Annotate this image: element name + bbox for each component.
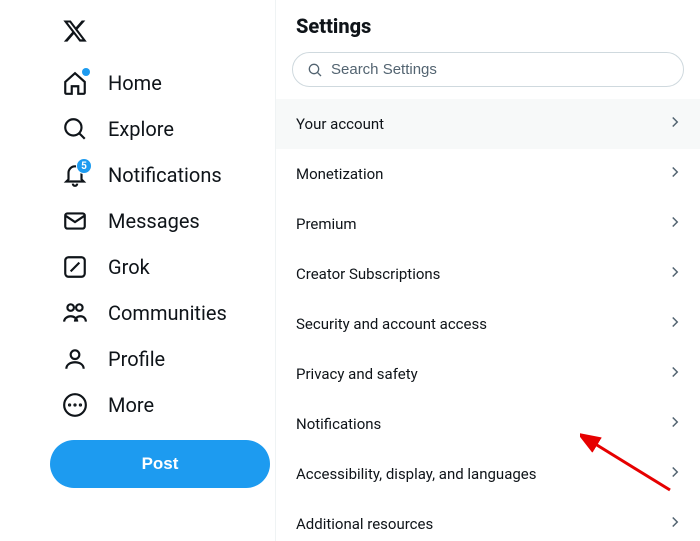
nav-label: More xyxy=(108,393,154,417)
chevron-right-icon xyxy=(666,163,684,185)
settings-item-accessibility[interactable]: Accessibility, display, and languages xyxy=(276,449,700,499)
settings-list: Your account Monetization Premium Creato… xyxy=(276,99,700,541)
chevron-right-icon xyxy=(666,113,684,135)
nav-label: Messages xyxy=(108,209,200,233)
sidebar-item-more[interactable]: More xyxy=(50,382,275,428)
mail-icon xyxy=(62,208,88,234)
sidebar-item-notifications[interactable]: 5 Notifications xyxy=(50,152,275,198)
home-icon xyxy=(62,70,88,96)
chevron-right-icon xyxy=(666,313,684,335)
settings-item-label: Monetization xyxy=(296,165,383,183)
bell-icon: 5 xyxy=(62,162,88,188)
settings-item-label: Accessibility, display, and languages xyxy=(296,465,536,483)
settings-item-label: Notifications xyxy=(296,415,381,433)
search-box[interactable] xyxy=(292,52,684,87)
notifications-badge: 5 xyxy=(76,158,92,174)
nav-label: Notifications xyxy=(108,163,222,187)
home-dot-badge xyxy=(82,68,90,76)
settings-item-your-account[interactable]: Your account xyxy=(276,99,700,149)
settings-item-creator-subscriptions[interactable]: Creator Subscriptions xyxy=(276,249,700,299)
chevron-right-icon xyxy=(666,413,684,435)
x-logo[interactable] xyxy=(50,10,275,56)
communities-icon xyxy=(62,300,88,326)
nav-label: Home xyxy=(108,71,162,95)
settings-panel: Settings Your account Monetization Premi… xyxy=(275,0,700,541)
sidebar: Home Explore 5 Notifications Messages xyxy=(0,0,275,541)
nav-label: Grok xyxy=(108,255,150,279)
settings-item-privacy[interactable]: Privacy and safety xyxy=(276,349,700,399)
sidebar-item-explore[interactable]: Explore xyxy=(50,106,275,152)
nav-label: Communities xyxy=(108,301,227,325)
settings-item-label: Premium xyxy=(296,215,357,233)
settings-item-additional-resources[interactable]: Additional resources xyxy=(276,499,700,541)
nav-label: Explore xyxy=(108,117,174,141)
search-input[interactable] xyxy=(331,61,669,78)
search-icon xyxy=(307,62,323,78)
search-icon xyxy=(62,116,88,142)
settings-item-label: Your account xyxy=(296,115,384,133)
sidebar-item-home[interactable]: Home xyxy=(50,60,275,106)
post-button[interactable]: Post xyxy=(50,440,270,488)
settings-item-premium[interactable]: Premium xyxy=(276,199,700,249)
chevron-right-icon xyxy=(666,263,684,285)
settings-item-label: Additional resources xyxy=(296,515,433,533)
settings-item-security[interactable]: Security and account access xyxy=(276,299,700,349)
settings-item-label: Security and account access xyxy=(296,315,487,333)
sidebar-item-grok[interactable]: Grok xyxy=(50,244,275,290)
settings-item-label: Creator Subscriptions xyxy=(296,265,440,283)
chevron-right-icon xyxy=(666,363,684,385)
settings-item-notifications[interactable]: Notifications xyxy=(276,399,700,449)
search-container xyxy=(276,52,700,99)
page-title: Settings xyxy=(276,14,700,52)
settings-item-label: Privacy and safety xyxy=(296,365,418,383)
sidebar-item-profile[interactable]: Profile xyxy=(50,336,275,382)
chevron-right-icon xyxy=(666,463,684,485)
chevron-right-icon xyxy=(666,513,684,535)
sidebar-item-communities[interactable]: Communities xyxy=(50,290,275,336)
primary-nav: Home Explore 5 Notifications Messages xyxy=(50,60,275,428)
nav-label: Profile xyxy=(108,347,165,371)
sidebar-item-messages[interactable]: Messages xyxy=(50,198,275,244)
more-icon xyxy=(62,392,88,418)
settings-item-monetization[interactable]: Monetization xyxy=(276,149,700,199)
chevron-right-icon xyxy=(666,213,684,235)
grok-icon xyxy=(62,254,88,280)
profile-icon xyxy=(62,346,88,372)
